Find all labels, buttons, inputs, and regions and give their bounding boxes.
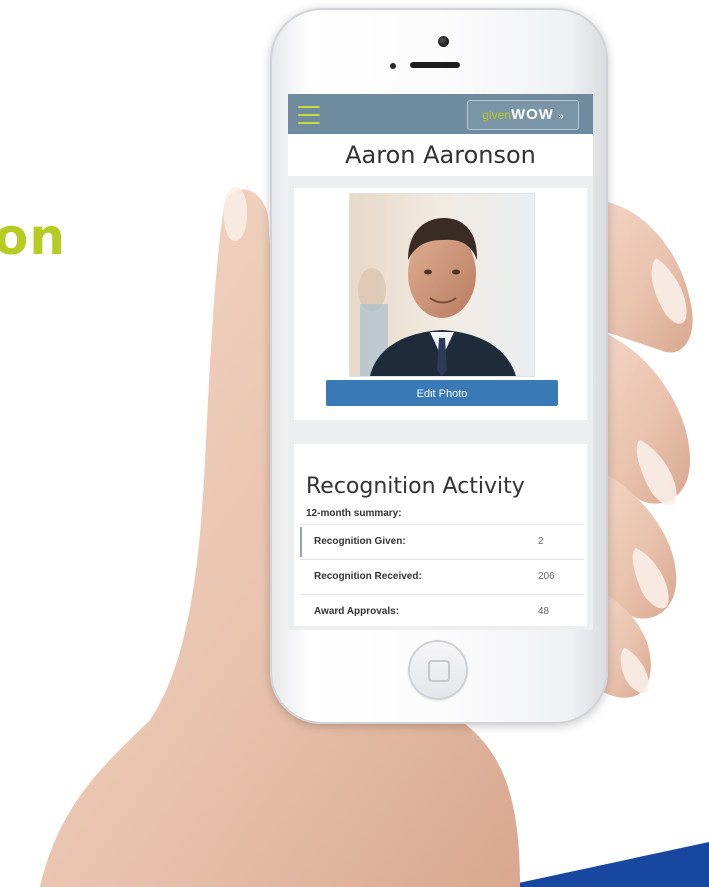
hamburger-menu-icon[interactable] bbox=[298, 106, 320, 124]
app-screen: givenWOW » Aaron Aaronson Edit Photo Rec… bbox=[288, 94, 593, 630]
stat-row-recognition-given: Recognition Given: 2 bbox=[300, 524, 584, 559]
activity-title: Recognition Activity bbox=[306, 474, 525, 499]
recognition-activity-card: Recognition Activity 12-month summary: R… bbox=[294, 444, 587, 626]
stats-table: Recognition Given: 2 Recognition Receive… bbox=[300, 524, 584, 629]
smartphone: givenWOW » Aaron Aaronson Edit Photo Rec… bbox=[270, 8, 608, 724]
stat-row-recognition-received: Recognition Received: 206 bbox=[300, 559, 584, 594]
stat-label: Recognition Given: bbox=[314, 536, 406, 547]
stat-value: 206 bbox=[538, 571, 555, 582]
brand-name: WOW bbox=[510, 106, 554, 123]
stat-label: Award Approvals: bbox=[314, 606, 400, 617]
row-marker bbox=[300, 527, 302, 557]
marketing-scene: on givenWOW » Aaron Aaronson Edit Photo … bbox=[0, 0, 709, 887]
home-button-icon[interactable] bbox=[408, 640, 468, 700]
stat-label: Recognition Received: bbox=[314, 571, 422, 582]
photo-card: Edit Photo bbox=[294, 188, 587, 420]
stat-value: 48 bbox=[538, 606, 550, 617]
home-square-icon bbox=[428, 660, 450, 682]
stat-value: 2 bbox=[538, 536, 544, 547]
profile-name: Aaron Aaronson bbox=[288, 134, 593, 176]
edit-photo-button[interactable]: Edit Photo bbox=[326, 380, 558, 406]
proximity-sensor bbox=[390, 63, 396, 69]
headline-text: on bbox=[0, 208, 66, 266]
profile-photo bbox=[350, 194, 534, 376]
brand-prefix: given bbox=[482, 108, 511, 122]
camera-icon bbox=[438, 36, 449, 47]
stat-row-award-approvals: Award Approvals: 48 bbox=[300, 594, 584, 629]
earpiece-speaker bbox=[410, 62, 460, 68]
brand-logo[interactable]: givenWOW » bbox=[467, 100, 579, 130]
activity-subtitle: 12-month summary: bbox=[306, 508, 402, 519]
brand-suffix: » bbox=[558, 111, 564, 122]
app-header: givenWOW » bbox=[288, 94, 593, 136]
